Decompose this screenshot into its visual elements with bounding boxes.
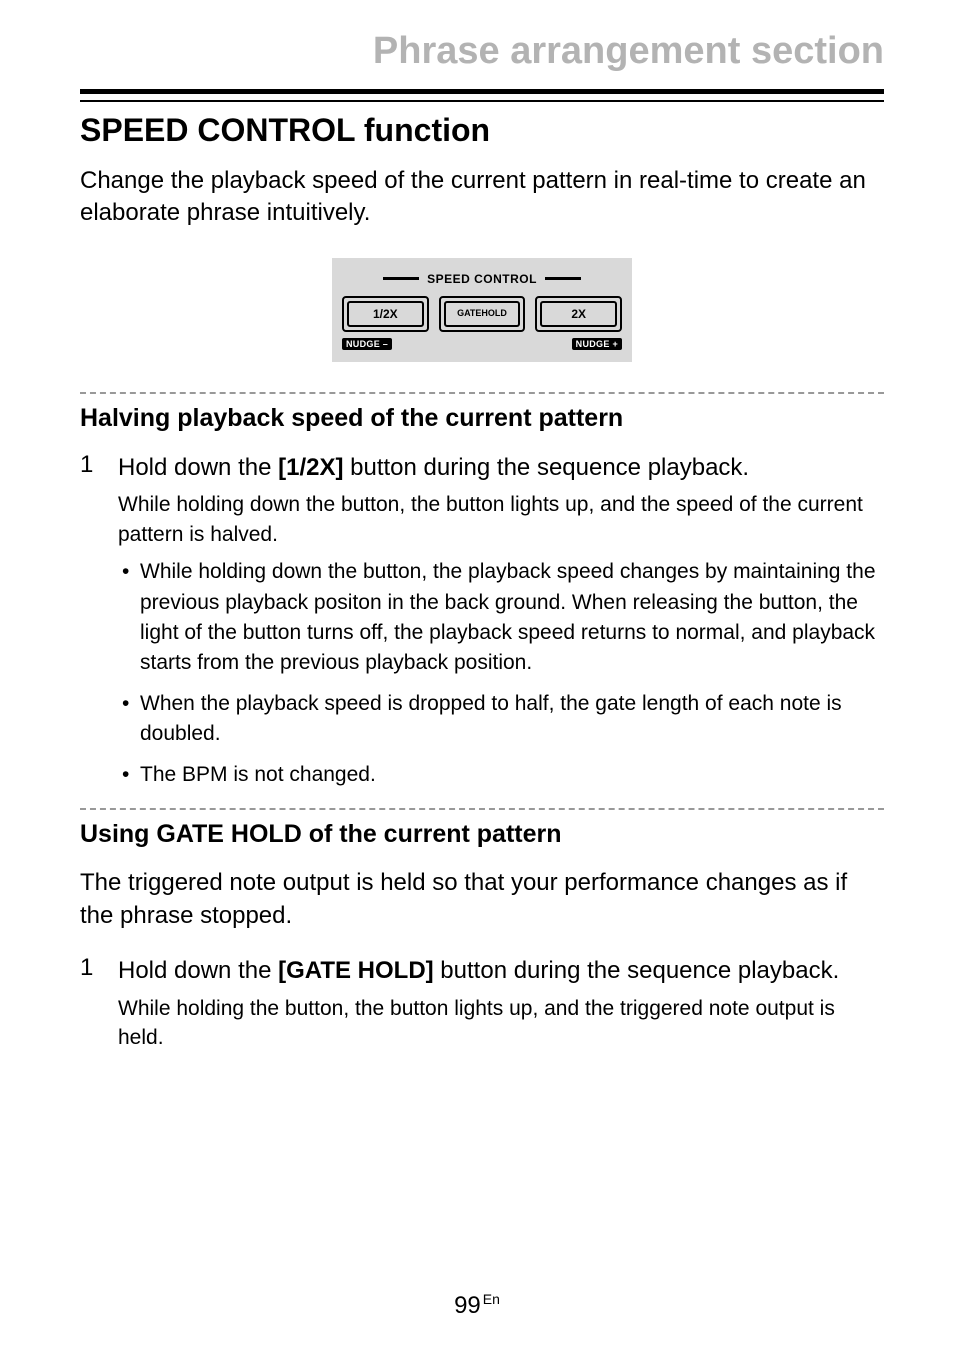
page-lang: En [483,1291,500,1307]
sub1-bullets: While holding down the button, the playb… [118,557,884,790]
sub2-intro: The triggered note output is held so tha… [80,867,884,932]
section-title: SPEED CONTROL function [80,112,884,149]
sub1-bullet-1: While holding down the button, the playb… [118,557,884,679]
sub1-bullet-2: When the playback speed is dropped to ha… [118,689,884,750]
double-speed-label: 2X [540,301,617,327]
panel-title-row: SPEED CONTROL [342,272,622,286]
subsection-2-title: Using GATE HOLD of the current pattern [80,820,884,849]
panel-bar-right [545,277,581,280]
page-footer: 99En [0,1291,954,1320]
half-speed-button: 1/2X [342,296,429,332]
panel-wrap: SPEED CONTROL 1/2X GATEHOLD 2X NUDGE – N… [80,258,884,362]
gate-hold-button: GATEHOLD [439,296,526,332]
double-speed-button: 2X [535,296,622,332]
sub2-step1-sub: While holding the button, the button lig… [118,994,884,1053]
panel-bar-left [383,277,419,280]
speed-control-panel: SPEED CONTROL 1/2X GATEHOLD 2X NUDGE – N… [332,258,632,362]
sub1-step1: 1 Hold down the [1/2X] button during the… [80,451,884,485]
panel-button-row: 1/2X GATEHOLD 2X [342,296,622,332]
page-number: 99 [454,1292,481,1319]
sub1-step1-sub: While holding down the button, the butto… [118,490,884,549]
subsection-1-title: Halving playback speed of the current pa… [80,404,884,433]
section-intro: Change the playback speed of the current… [80,165,884,230]
chapter-title: Phrase arrangement section [80,30,884,73]
dashed-rule-2 [80,808,884,810]
sub2-step1-text: Hold down the [GATE HOLD] button during … [118,954,839,988]
half-speed-label: 1/2X [347,301,424,327]
sub2-step1-num: 1 [80,954,100,988]
sub1-bullet-3: The BPM is not changed. [118,760,884,790]
dashed-rule-1 [80,392,884,394]
nudge-row: NUDGE – NUDGE + [342,338,622,350]
gate-hold-label: GATEHOLD [444,301,521,327]
panel-title: SPEED CONTROL [427,272,537,286]
sub1-step1-text: Hold down the [1/2X] button during the s… [118,451,749,485]
nudge-minus-label: NUDGE – [342,338,392,350]
rule-thick [80,89,884,94]
nudge-plus-label: NUDGE + [572,338,622,350]
sub1-step1-num: 1 [80,451,100,485]
sub2-step1: 1 Hold down the [GATE HOLD] button durin… [80,954,884,988]
rule-thin [80,100,884,102]
page: Phrase arrangement section SPEED CONTROL… [0,0,954,1348]
